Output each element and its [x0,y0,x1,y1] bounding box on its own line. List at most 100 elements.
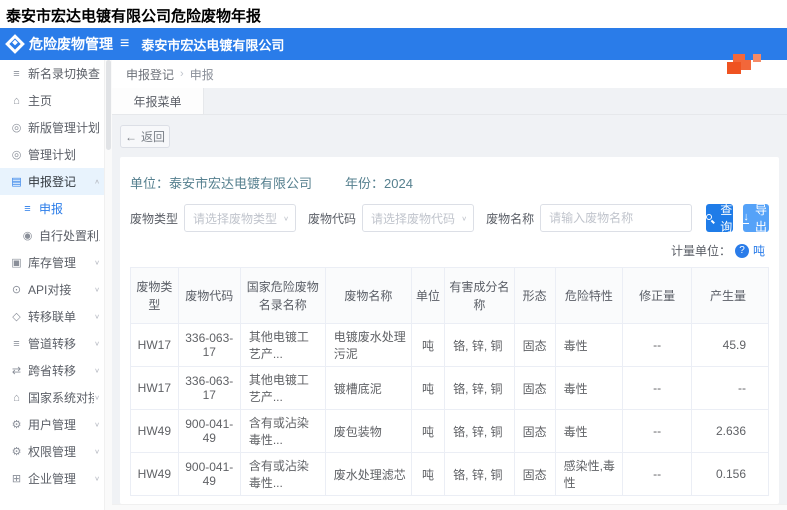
sidebar-collapse-icon[interactable]: ≡ [120,35,129,53]
sidebar-item-permission-management[interactable]: ⚙ 权限管理 ∨ [0,438,104,465]
chevron-down-icon: ∨ [283,214,289,221]
table-header-row: 废物类型 废物代码 国家危险废物名录名称 废物名称 单位 有害成分名称 形态 危… [131,268,769,324]
chevron-down-icon: ∨ [461,214,467,221]
breadcrumb-separator-icon: › [180,68,184,80]
table-row[interactable]: HW17 336-063-17 其他电镀工艺产... 镀槽底泥 吨 铬, 锌, … [131,367,769,410]
table-row[interactable]: HW49 900-041-49 含有或沾染毒性... 废包装物 吨 铬, 锌, … [131,410,769,453]
export-button[interactable]: ↓ 导出 [743,204,769,232]
report-info: 单位：泰安市宏达电镀有限公司 年份：2024 [130,169,769,204]
chevron-down-icon: ∨ [94,286,100,293]
chevron-down-icon: ∨ [94,313,100,320]
chevron-down-icon: ∨ [94,394,100,401]
back-arrow-icon: ← [125,130,137,144]
breadcrumb-current: 申报 [190,66,214,83]
tab-annual-report[interactable]: 年报菜单 [112,88,204,114]
waste-code-label: 废物代码 [308,210,356,227]
sidebar-item-pipeline-transfer[interactable]: ≡ 管道转移 ∨ [0,330,104,357]
chevron-up-icon: ∧ [94,178,100,185]
national-system-icon: ⌂ [9,392,24,404]
col-components: 有害成分名称 [445,268,514,324]
sidebar-item-enterprise-management[interactable]: ⊞ 企业管理 ∨ [0,465,104,492]
col-waste-type: 废物类型 [131,268,179,324]
plan-icon: ◎ [9,121,24,134]
app-logo-icon [5,34,25,54]
sidebar-item-api[interactable]: ⊙ API对接 ∨ [0,276,104,303]
table-row[interactable]: HW17 336-063-17 其他电镀工艺产... 电镀废水处理污泥 吨 铬,… [131,324,769,367]
brand: 危险废物管理 [0,34,110,54]
col-correction: 修正量 [623,268,692,324]
breadcrumb: 申报登记 › 申报 [112,60,787,88]
breadcrumb-parent[interactable]: 申报登记 [126,66,174,83]
inventory-icon: ▣ [9,256,24,269]
col-unit: 单位 [411,268,444,324]
sidebar-item-new-catalog-query[interactable]: ≡ 新名录切换查询 [0,60,104,87]
sidebar-item-new-management-plan[interactable]: ◎ 新版管理计划 [0,114,104,141]
api-icon: ⊙ [9,283,24,296]
app-header: 危险废物管理 ≡ 泰安市宏达电镀有限公司 [0,28,787,60]
year-field: 年份：2024 [345,173,413,192]
pipeline-icon: ≡ [9,338,24,350]
download-icon: ↓ [743,212,749,224]
waste-name-label: 废物名称 [486,210,534,227]
help-icon[interactable]: ? [735,244,749,258]
horizontal-scrollbar[interactable] [112,504,787,510]
report-card: 单位：泰安市宏达电镀有限公司 年份：2024 废物类型 请选择废物类型 ∨ 废物… [120,157,779,504]
unit-field: 单位：泰安市宏达电镀有限公司 [130,173,345,192]
plan-icon: ◎ [9,148,24,161]
sidebar-item-management-plan[interactable]: ◎ 管理计划 [0,141,104,168]
col-waste-code: 废物代码 [178,268,240,324]
back-button[interactable]: ← 返回 [120,125,170,148]
page-title: 泰安市宏达电镀有限公司危险废物年报 [0,0,787,28]
sidebar: ≡ 新名录切换查询 ⌂ 主页 ◎ 新版管理计划 ◎ 管理计划 ▤ 申报登记 ∧ … [0,60,105,510]
sidebar-item-national-system[interactable]: ⌂ 国家系统对接 ∨ [0,384,104,411]
col-form: 形态 [514,268,555,324]
transfer-icon: ⇄ [9,364,24,377]
sidebar-item-transfer-manifest[interactable]: ◇ 转移联单 ∨ [0,303,104,330]
col-hazard: 危险特性 [555,268,623,324]
measure-unit-value: 吨 [753,242,765,259]
page: 泰安市宏达电镀有限公司危险废物年报 危险废物管理 ≡ 泰安市宏达电镀有限公司 ≡… [0,0,787,510]
chevron-down-icon: ∨ [94,259,100,266]
sidebar-item-user-management[interactable]: ⚙ 用户管理 ∨ [0,411,104,438]
header-company-name: 泰安市宏达电镀有限公司 [141,35,284,54]
gear-icon: ⚙ [9,418,24,431]
sidebar-item-cross-province[interactable]: ⇄ 跨省转移 ∨ [0,357,104,384]
waste-code-select[interactable]: 请选择废物代码 ∨ [362,204,474,232]
col-waste-name: 废物名称 [325,268,411,324]
sidebar-item-inventory[interactable]: ▣ 库存管理 ∨ [0,249,104,276]
filter-bar: 废物类型 请选择废物类型 ∨ 废物代码 请选择废物代码 ∨ 废物名称 [130,204,769,232]
menu-icon: ≡ [9,68,24,80]
sidebar-item-declaration-register[interactable]: ▤ 申报登记 ∧ [0,168,104,195]
redacted-user-badge [727,54,763,80]
measure-unit-row: 计量单位： ? 吨 [130,232,769,267]
menu-icon: ≡ [20,203,35,215]
waste-name-input[interactable] [540,204,692,232]
search-button[interactable]: 查询 [706,204,733,232]
search-icon [706,214,715,223]
content-body: ← 返回 单位：泰安市宏达电镀有限公司 年份：2024 废物类型 请选择废物类型… [112,115,787,504]
waste-table: 废物类型 废物代码 国家危险废物名录名称 废物名称 单位 有害成分名称 形态 危… [130,267,769,496]
col-catalog-name: 国家危险废物名录名称 [240,268,325,324]
chevron-down-icon: ∨ [94,475,100,482]
sidebar-item-declaration[interactable]: ≡ 申报 [0,195,104,222]
chevron-down-icon: ∨ [94,367,100,374]
chevron-down-icon: ∨ [94,340,100,347]
sidebar-item-home[interactable]: ⌂ 主页 [0,87,104,114]
chevron-down-icon: ∨ [94,421,100,428]
document-edit-icon: ▤ [9,175,24,188]
chevron-down-icon: ∨ [94,448,100,455]
waste-type-select[interactable]: 请选择废物类型 ∨ [184,204,296,232]
grid-icon: ⊞ [9,472,24,485]
gear-icon: ⚙ [9,445,24,458]
manifest-icon: ◇ [9,310,24,323]
sidebar-scrollbar[interactable] [105,60,112,510]
table-row[interactable]: HW49 900-041-49 含有或沾染毒性... 废水处理滤芯 吨 铬, 锌… [131,453,769,496]
sidebar-item-self-disposal[interactable]: ◉ 自行处置利用 [0,222,104,249]
radio-icon: ◉ [20,229,35,242]
col-output: 产生量 [692,268,769,324]
waste-type-label: 废物类型 [130,210,178,227]
tab-bar: 年报菜单 [112,88,787,115]
home-icon: ⌂ [9,95,24,107]
content-area: 申报登记 › 申报 年报菜单 ← 返回 [112,60,787,510]
app-name: 危险废物管理 [29,34,113,54]
